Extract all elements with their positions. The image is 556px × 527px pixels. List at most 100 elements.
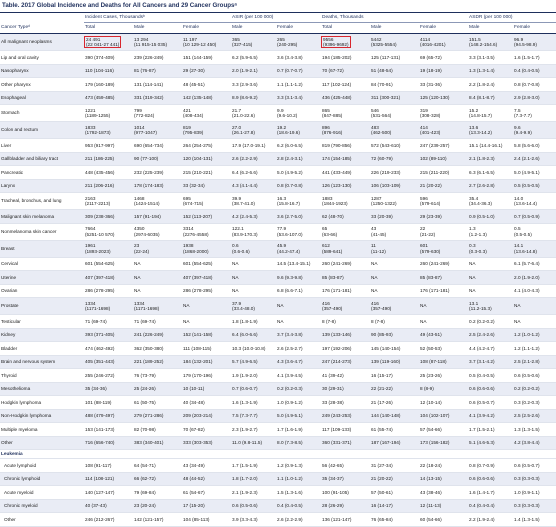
table-cell: 2.2 (1.9-2.4) xyxy=(468,512,514,527)
table-cell: 3.6 (3.4-3.8) xyxy=(276,50,322,65)
table-cell: 22 (18-24) xyxy=(419,458,469,473)
table-cell: 407 (397-418) xyxy=(182,270,232,285)
table-cell: 1.0 (0.9-1.2) xyxy=(276,395,322,410)
table-cell: 1.1 (1.1-1.2) xyxy=(276,77,322,92)
table-cell: 85 (83-87) xyxy=(321,270,371,285)
table-cell: 0.5 (0.4-0.5) xyxy=(468,368,514,383)
col-header: Male xyxy=(231,22,277,34)
table-cell: 6.3 (6.1-6.5) xyxy=(468,165,514,180)
row-label: Tracheal, bronchus, and lung xyxy=(0,192,84,210)
table-cell: 1.7 (1.5-1.9) xyxy=(231,458,277,473)
table-cell: 3.3 (3.1-3.5) xyxy=(468,50,514,65)
row-label: All malignant neoplasms xyxy=(0,33,84,51)
table-cell: 178 (174-183) xyxy=(133,179,182,193)
table-cell: 139 (119-160) xyxy=(370,355,420,369)
table-cell: 8 (8-9) xyxy=(419,382,469,396)
table-cell: NA xyxy=(231,257,277,271)
table-row: Breast 1961 (1893-2023) 23 (22-24) 1938 (1868-… xyxy=(0,240,556,258)
table-row: Other pharynx 179 (160-189) 131 (114-141) 4… xyxy=(0,77,556,92)
highlight-box: 9556 (9396-9692) xyxy=(320,35,352,49)
table-cell: 799 (772-824) xyxy=(133,104,182,122)
row-label: Lip and oral cavity xyxy=(0,50,84,65)
table-cell: 1.6 (1.3-1.9) xyxy=(231,395,277,410)
table-cell: 6.4 (6.2-6.6) xyxy=(231,165,277,180)
row-label: Esophageal xyxy=(0,91,84,105)
row-label: Acute myeloid xyxy=(0,485,84,500)
row-label: Leukemia xyxy=(0,449,84,459)
table-cell: 0.3 (0.3-0.3) xyxy=(513,499,556,513)
table-cell: 48 (45-51) xyxy=(182,77,232,92)
table-cell: 360 (331-371) xyxy=(321,436,371,450)
table-cell: 56 (42-65) xyxy=(321,458,371,473)
table-cell: 49 (43-51) xyxy=(419,328,469,342)
table-cell: 9.6 (9.4-9.9) xyxy=(513,121,556,139)
row-label: Acute lymphoid xyxy=(0,458,84,473)
table-cell: NA xyxy=(468,257,514,271)
group-incident-cases: Incident Cases, Thousandsᵇ xyxy=(84,12,232,23)
table-cell: 122.1 (83.9-170.3) xyxy=(231,223,277,241)
table-cell: 176 (171-181) xyxy=(419,284,469,298)
row-label: Ovarian xyxy=(0,284,84,298)
table-cell: 232 (225-239) xyxy=(133,165,182,180)
table-cell: 0.6 (0.6-0.6) xyxy=(468,382,514,396)
row-label: Bladder xyxy=(0,341,84,356)
table-row: Mesothelioma 35 (34-36) 25 (24-26) 10 (10-1… xyxy=(0,382,556,396)
table-cell: 0.8 (0.7-0.8) xyxy=(276,179,322,193)
group-deaths: Deaths, Thousands xyxy=(321,12,469,23)
table-cell: NA xyxy=(513,314,556,329)
table-cell: 0.9 (0.5-1.0) xyxy=(468,209,514,224)
table-row: All malignant neoplasms 24 491 (22 041-27 … xyxy=(0,33,556,51)
table-cell: 0.6 (0.5-0.7) xyxy=(468,395,514,410)
table-cell: 6.4 (6.0-6.6) xyxy=(231,328,277,342)
table-cell: 21 (17-26) xyxy=(370,395,420,410)
table-row: Pancreatic 448 (435-456) 232 (225-239) 215 … xyxy=(0,165,556,180)
row-label: Colon and rectum xyxy=(0,121,84,139)
table-row: Malignant skin melanoma 309 (238-366) 157 … xyxy=(0,209,556,224)
table-cell: 690 (654-734) xyxy=(133,138,182,153)
table-cell: 311 (300-321) xyxy=(370,91,420,105)
table-cell: 405 (351-443) xyxy=(84,355,133,369)
table-cell: 596 (579-614) xyxy=(419,192,469,210)
table-cell: 145 (140-154) xyxy=(370,341,420,356)
table-cell: 819 (790-856) xyxy=(321,138,371,153)
table-row: Stomach 1221 (1189-1255) 799 (772-824) 421 (40… xyxy=(0,104,556,122)
table-cell: 309 (238-366) xyxy=(84,209,133,224)
table-cell: 45.9 (44.2-47.4) xyxy=(276,240,322,258)
table-cell: 1.2 (1.0-1.2) xyxy=(513,328,556,342)
table-cell: 5.1 (4.6-5.3) xyxy=(468,436,514,450)
table-cell: 407 (397-418) xyxy=(84,270,133,285)
table-cell: 247 (214-273) xyxy=(321,355,371,369)
table-cell: 1.9 (1.9-2.0) xyxy=(231,368,277,383)
table-cell: 2.5 (2.1-2.8) xyxy=(513,355,556,369)
table-cell: 2.7 (2.6-2.8) xyxy=(468,179,514,193)
row-label: Brain and nervous system xyxy=(0,355,84,369)
table-cell: NA xyxy=(133,270,182,285)
table-cell: 61 (50-75) xyxy=(133,395,182,410)
col-header: Male xyxy=(133,22,182,34)
table-row: Kidney 393 (371-405) 241 (226-249) 152 (141… xyxy=(0,328,556,342)
row-label: Other pharynx xyxy=(0,77,84,92)
table-cell: 488 (479-497) xyxy=(84,409,133,423)
table-cell: 441 (433-449) xyxy=(321,165,371,180)
table-cell: 3.9 (3.3-4.3) xyxy=(231,512,277,527)
row-label: Pancreatic xyxy=(0,165,84,180)
table-cell: 4.1 (3.9-4.2) xyxy=(468,409,514,423)
table-cell: NA xyxy=(419,297,469,315)
table-cell: 15.2 (14.8-15.7) xyxy=(468,104,514,122)
table-cell: 0.6 (0.5-0.6) xyxy=(513,368,556,383)
table-cell: 64 (54-71) xyxy=(133,458,182,473)
table-cell: 279 (271-286) xyxy=(133,409,182,423)
table-row: Bladder 474 (462-492) 362 (350-380) 111 (10… xyxy=(0,341,556,356)
table-cell: 101 (88-119) xyxy=(84,395,133,410)
table-cell: 37.9 (33.4-48.0) xyxy=(231,297,277,315)
table-cell: 4350 (2974-6035) xyxy=(133,223,182,241)
row-label: Multiple myeloma xyxy=(0,422,84,437)
table-row: Multiple myeloma 153 (141-173) 82 (70-98) 7… xyxy=(0,422,556,437)
table-cell xyxy=(513,449,556,459)
table-cell: NA xyxy=(133,257,182,271)
table-cell: 29 (23-39) xyxy=(419,209,469,224)
row-label: Thyroid xyxy=(0,368,84,383)
table-cell: 414 (401-423) xyxy=(419,121,469,139)
table-cell: 142 (121-157) xyxy=(133,512,182,527)
table-cell: 2.1 (1.9-2.3) xyxy=(231,485,277,500)
